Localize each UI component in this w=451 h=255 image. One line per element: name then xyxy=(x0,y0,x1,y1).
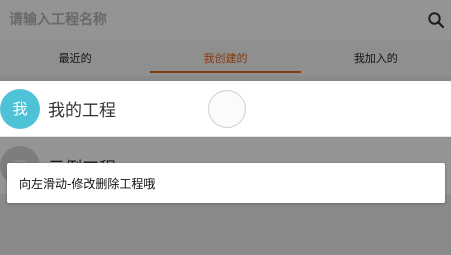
guide-tip-text: 向左滑动-修改删除工程哦 xyxy=(19,176,156,191)
avatar: 我 xyxy=(0,88,40,129)
project-name: 我的工程 xyxy=(48,101,116,121)
avatar-char: 我 xyxy=(12,100,28,118)
app-root: 最近的 我创建的 我加入的 示 示例工程 我 我的工程 向左滑动-修改删除工程哦 xyxy=(0,0,451,255)
guide-tip: 向左滑动-修改删除工程哦 xyxy=(7,163,445,203)
swipe-hint-circle xyxy=(208,90,246,128)
project-item-mine[interactable]: 我 我的工程 xyxy=(0,81,451,137)
